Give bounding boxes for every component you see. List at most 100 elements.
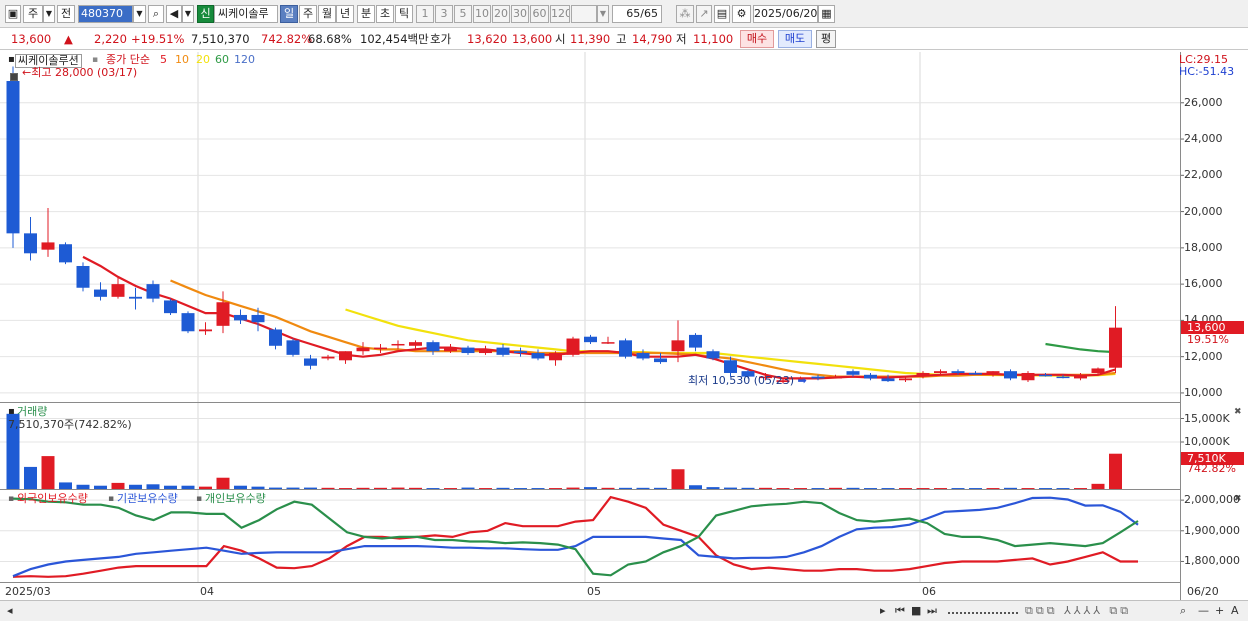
candle-body (969, 372, 982, 375)
candle-body (164, 300, 177, 314)
candle-body (1091, 368, 1105, 373)
chart-menu-icon[interactable] (10, 73, 18, 81)
volume-tick-label: 15,000K (1184, 411, 1230, 425)
stop-icon[interactable]: ■ (911, 604, 921, 618)
volume-value-label: 7,510,370주(742.82%) (8, 418, 132, 431)
price-tick-label: 24,000 (1184, 132, 1223, 146)
candle-body (584, 336, 597, 343)
auto-scale-icon[interactable]: A (1231, 604, 1239, 618)
pane-separator[interactable] (0, 489, 1180, 490)
candle-body (251, 314, 265, 323)
volume-bar (41, 456, 55, 489)
price-tick-label: 22,000 (1184, 168, 1223, 182)
candle-body (444, 347, 457, 352)
holdings-tick-label: 2,000,000 (1184, 493, 1240, 507)
candle-body (1109, 327, 1122, 368)
volume-bar (1109, 453, 1122, 489)
candle-body (496, 347, 510, 355)
play-icon[interactable]: ▸ (880, 604, 886, 618)
rewind-icon[interactable]: ⏮ (895, 604, 905, 618)
ma-legend-icon: ▪ (92, 55, 99, 65)
volume-tick-label: 10,000K (1184, 435, 1230, 448)
close-pane-icon[interactable]: ✖ (1234, 406, 1242, 418)
candle-body (41, 242, 55, 250)
zoom-in-icon[interactable]: + (1215, 604, 1224, 618)
candle-body (899, 378, 912, 381)
candle-body (671, 340, 685, 352)
low-annotation: 최저 10,530 (05/23) ➡ (688, 375, 807, 387)
high-annotation: ←최고 28,000 (03/17) (22, 66, 138, 79)
candle-body (391, 343, 405, 346)
low-arrow-icon: ➡ (797, 374, 807, 387)
candle-body (1074, 374, 1087, 379)
pane-separator[interactable] (0, 402, 1180, 403)
candle-body (234, 314, 247, 321)
zoom-out-icon[interactable]: — (1198, 604, 1209, 618)
holdings-tick-label: 1,900,000 (1184, 523, 1240, 537)
candle-body (286, 340, 300, 355)
candle-body (706, 351, 720, 359)
hc-label: HC:-51.43 (1179, 65, 1235, 78)
holdings-legend-item: 기관보유수량 (117, 492, 178, 505)
scroll-left-icon[interactable]: ◂ (7, 604, 13, 618)
low-annotation-text: 최저 10,530 (05/23) (688, 374, 795, 387)
candle-body (479, 349, 492, 354)
x-label-apr: 04 (200, 585, 214, 598)
volume-bar (24, 466, 37, 489)
bottom-scrollbar: ◂ ▸ ⏮ ■ ⏭ ⧉⧉⧉ ⅄⅄⅄⅄ ⧉⧉ ⌕ — + A (0, 600, 1248, 621)
zoom-slider[interactable] (948, 604, 1018, 614)
candle-body (1021, 372, 1035, 381)
candle-body (916, 372, 930, 377)
ma-legend-title: 종가 단순 (106, 53, 150, 66)
ma-legend-item: 120 (234, 53, 255, 66)
price-tick-label: 18,000 (1184, 240, 1223, 254)
price-tick-label: 10,000 (1184, 385, 1223, 399)
candle-body (24, 233, 37, 254)
candle-body (724, 360, 737, 373)
fast-forward-icon[interactable]: ⏭ (927, 604, 937, 618)
x-label-end: 06/20 (1187, 585, 1219, 598)
ma-legend-item: 10 (175, 53, 189, 66)
candle-body (374, 347, 387, 350)
high-annotation-text: 최고 28,000 (03/17) (31, 66, 138, 79)
candle-body (1004, 371, 1017, 379)
candle-body (566, 338, 580, 355)
legend-marker-icon: ▪ (8, 494, 15, 504)
holdings-legend-item: 외국인보유수량 (17, 492, 88, 505)
candle-body (619, 340, 632, 357)
candle-body (181, 313, 195, 332)
candle-body (129, 296, 142, 299)
candle-body (531, 353, 545, 359)
chart-canvas[interactable] (0, 0, 1248, 621)
volume-bar (216, 477, 230, 489)
candle-body (1039, 374, 1052, 377)
zoom-search-icon[interactable]: ⌕ (1180, 604, 1186, 618)
legend-marker-icon: ▪ (108, 494, 115, 504)
ma-legend-item: 5 (160, 53, 167, 66)
candle-body (654, 358, 667, 363)
candle-body (601, 342, 615, 344)
candle-body (304, 358, 317, 366)
candle-body (1056, 376, 1070, 379)
legend-marker-icon: ▪ (196, 494, 203, 504)
change-pct-label: 19.51% (1187, 333, 1229, 346)
candle-body (549, 353, 562, 361)
candle-body (846, 371, 860, 375)
pane-icon: ▪ (8, 54, 15, 65)
holdings-legend-item: 개인보유수량 (205, 492, 266, 505)
candle-body (461, 347, 475, 354)
volume-bar (671, 469, 685, 489)
volume-pct-label: 742.82% (1187, 462, 1236, 475)
drawing-tools-icons[interactable]: ⧉⧉⧉ ⅄⅄⅄⅄ ⧉⧉ (1025, 604, 1131, 618)
pane-separator[interactable] (0, 582, 1180, 583)
candle-body (111, 284, 125, 297)
volume-title: 거래량 (17, 405, 48, 418)
candle-body (514, 351, 527, 354)
candle-body (321, 356, 335, 359)
candle-body (811, 376, 825, 379)
candle-body (339, 351, 352, 361)
candle-body (76, 265, 90, 288)
candle-body (146, 284, 160, 299)
candle-body (951, 371, 965, 373)
candle-body (986, 371, 1000, 373)
